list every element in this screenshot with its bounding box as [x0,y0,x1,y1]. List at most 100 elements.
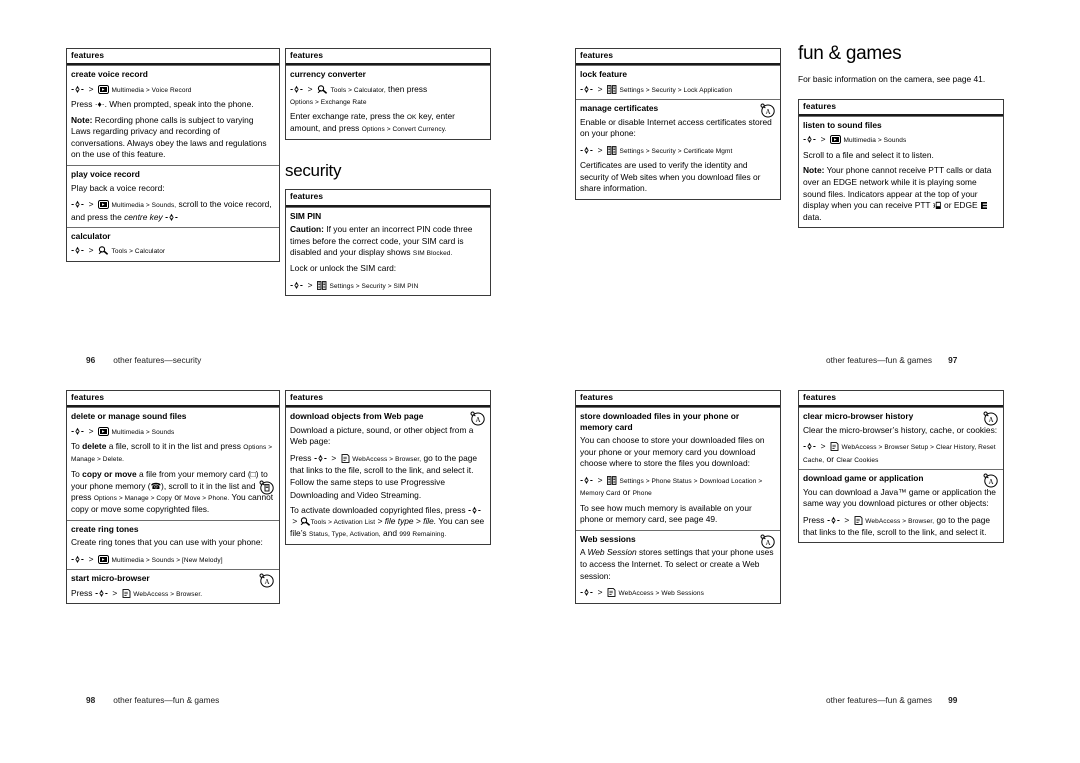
feature-nav-path: > Tools > Calculator [71,244,275,256]
settings-menu-icon [607,84,617,94]
feature-row-download-objects: A download objects from Web page Downloa… [286,407,490,544]
note-label: Note: [803,165,825,176]
feature-title: currency converter [290,69,366,80]
feature-nav-text: Settings > Security > SIM PIN [329,282,419,290]
features-table-header: features [286,49,490,66]
feature-row-manage-certificates: A manage certificates Enable or disable … [576,99,780,199]
browser-badge-icon: A [759,534,776,549]
feature-title: store downloaded files in your phone or … [580,411,740,432]
browser-badge-icon: A [258,573,275,588]
feature-paragraph: Play back a voice record: [71,182,165,193]
feature-nav-path: > Settings > Phone Status > Download Loc… [580,474,763,498]
feature-paragraph: You can choose to store your downloaded … [580,435,765,469]
centre-key-icon [71,555,84,564]
page-footer-99: other features—fun & games 99 [826,695,957,705]
feature-nav-path: > Settings > Security > Lock Application [580,83,776,95]
feature-nav-text: Settings > Security > Lock Application [619,86,733,94]
centre-key-icon [803,135,816,144]
feature-nav-tail: Clear Cookies [836,456,879,464]
note-text: Recording phone calls is subject to vary… [71,114,267,160]
para-part-c: a file, scroll to it in the list and pre… [106,441,244,452]
feature-paragraph: Scroll to a file and select it to listen… [803,149,934,160]
feature-nav-text: Multimedia > Sounds [111,428,175,436]
svg-text:A: A [988,478,993,486]
features-table-header: features [799,391,1003,408]
menu-path-text-2: Move > Phone. [184,495,230,503]
feature-row-web-sessions: A Web sessions A Web Session stores sett… [576,529,780,603]
feature-nav-path: Press > WebAccess > Browser, go to the p… [803,514,991,538]
centre-key-icon [314,454,327,463]
feature-nav-text: Multimedia > Sounds [843,137,907,145]
feature-nav-tail: Options > Exchange Rate [290,99,367,107]
feature-row-start-micro-browser: A start micro-browser Press > WebAccess … [67,569,279,603]
browser-badge-icon: A [982,473,999,488]
browser-badge-icon: A [759,103,776,118]
para-part-a: To [71,441,83,452]
feature-paragraph: Download a picture, sound, or other obje… [290,424,474,447]
caution-status-text: SIM Blocked. [412,250,453,258]
multimedia-menu-icon [98,554,110,564]
para-part-c: Options > Convert Currency. [361,126,447,134]
feature-row-calculator: calculator > Tools > Calculator [67,226,279,261]
features-box: features lock feature > Settings > Secur… [575,48,781,200]
nav-or: or [824,453,837,464]
page-97-column-3: fun & games For basic information on the… [798,44,1004,354]
page-number: 96 [86,355,96,365]
nav-or: or [620,487,633,498]
feature-row-sim-pin: SIM PIN Caution: If you enter an incorre… [286,206,490,296]
svg-text:A: A [765,539,770,547]
page-97-column-1: features currency converter > Tools > Ca… [285,48,491,358]
feature-nav-text: WebAccess > Browser, [865,517,935,525]
tools-menu-icon [98,246,109,256]
centre-key-icon [580,476,593,485]
features-table-header: features [286,190,490,207]
feature-title: play voice record [71,169,140,180]
feature-row-listen-sound-files: listen to sound files > Multimedia > Sou… [799,115,1003,227]
page-96: features create voice record > Multimedi… [66,48,280,358]
features-table-header: features [286,391,490,408]
svg-text:A: A [264,578,269,586]
page-97-column-2: features lock feature > Settings > Secur… [575,48,781,358]
feature-nav-text: Multimedia > Sounds > [New Melody] [111,556,223,564]
feature-title: delete or manage sound files [71,411,187,422]
feature-paragraph: Press ·♦·. When prompted, speak into the… [71,99,254,110]
para-text: To activate downloaded copyrighted files… [290,504,468,515]
menu-path-text: Options > Manage > Copy [93,495,172,503]
feature-nav-path: > Multimedia > Sounds [71,425,275,437]
features-box: features listen to sound files > Multime… [798,98,1004,229]
feature-nav-path: > WebAccess > Web Sessions [580,586,776,598]
feature-title: start micro-browser [71,573,150,584]
page-99-column-1: features store downloaded files in your … [575,390,781,680]
ptt-indicator-icon [933,201,942,210]
features-box: features delete or manage sound files > … [66,390,280,605]
feature-row-create-voice-record: create voice record > Multimedia > Voice… [67,65,279,165]
centre-key-icon [803,442,816,451]
feature-paragraph: To activate downloaded copyrighted files… [290,504,485,539]
page-footer-98: 98 other features—fun & games [86,695,219,705]
page-98-column-2: features A download objects from Web pag… [285,390,491,680]
tools-menu-icon [317,84,328,94]
feature-paragraph: To see how much memory is available on y… [580,502,752,525]
chapter-heading-fun-games: fun & games [798,43,902,64]
tools-menu-icon [300,517,311,527]
feature-title: create voice record [71,69,148,80]
feature-title: clear micro-browser history [803,411,914,422]
feature-paragraph: To copy or move a file from your memory … [71,469,275,516]
remaining-text: 999 Remaining. [399,531,447,539]
features-box: features create voice record > Multimedi… [66,48,280,262]
multimedia-menu-icon [830,135,842,145]
page-98-column-1: features delete or manage sound files > … [66,390,280,680]
feature-paragraph: To delete a file, scroll to it in the li… [71,441,275,465]
nav-prefix: Press [803,514,827,525]
page-footer-96: 96 other features—security [86,355,201,365]
features-box: features currency converter > Tools > Ca… [285,48,491,141]
para-and: and [380,528,400,539]
feature-nav-text: Tools > Calculator, [330,86,386,94]
feature-paragraph: Enter exchange rate, press the OK key, e… [290,111,486,135]
svg-text:A: A [988,416,993,424]
chapter-lead-text: For basic information on the camera, see… [798,74,986,84]
multimedia-menu-icon [98,426,110,436]
footer-label: other features—fun & games [113,695,220,705]
feature-paragraph: Lock or unlock the SIM card: [290,263,397,274]
centre-key-icon [165,213,178,222]
